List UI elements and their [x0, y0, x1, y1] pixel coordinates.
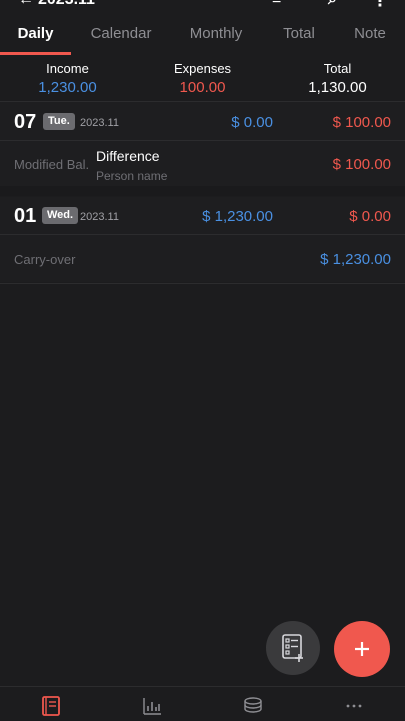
total-label: Total	[323, 61, 352, 76]
income-summary: Income 1,230.00	[15, 61, 120, 96]
weekday-badge: Wed.	[42, 207, 79, 224]
total-summary: Total 1,130.00	[285, 61, 390, 96]
day-header[interactable]: 01 Wed. 2023.11 $ 1,230.00 $ 0.00	[0, 197, 405, 234]
tab-bar: Daily Calendar Monthly Total Note	[0, 14, 405, 54]
book-icon[interactable]	[40, 695, 62, 717]
income-value: 1,230.00	[38, 79, 97, 96]
day-income: $ 1,230.00	[202, 208, 273, 225]
add-transaction-button[interactable]	[334, 621, 390, 677]
tab-note[interactable]: Note	[344, 14, 396, 54]
back-arrow-icon[interactable]: ←	[18, 0, 34, 9]
day-number: 01	[14, 205, 37, 227]
day-income: $ 0.00	[231, 114, 273, 131]
weekday-badge: Tue.	[43, 113, 75, 130]
tab-total[interactable]: Total	[270, 14, 328, 54]
bottom-nav	[0, 686, 405, 721]
transaction-row[interactable]: Carry-over $ 1,230.00	[0, 235, 405, 282]
expenses-label: Expenses	[173, 61, 232, 76]
more-vertical-icon[interactable]: ⋮	[372, 0, 388, 10]
divider	[0, 283, 405, 284]
transaction-subtitle: Person name	[96, 169, 168, 183]
top-bar: ← 2023.11 ≡ ⌕ ⋮	[0, 0, 405, 10]
expenses-summary: Expenses 100.00	[150, 61, 255, 96]
transaction-row[interactable]: Modified Bal. Difference Person name $ 1…	[0, 141, 405, 186]
tab-monthly[interactable]: Monthly	[176, 14, 256, 54]
filter-icon[interactable]: ≡	[272, 0, 281, 9]
year-month: 2023.11	[80, 117, 119, 129]
tab-calendar[interactable]: Calendar	[81, 14, 161, 54]
day-expense: $ 0.00	[349, 208, 391, 225]
plus-icon	[355, 642, 369, 656]
transaction-category: Carry-over	[14, 252, 76, 267]
search-icon[interactable]: ⌕	[328, 0, 337, 9]
list-add-icon	[282, 634, 303, 662]
template-button[interactable]	[266, 621, 320, 675]
transaction-amount: $ 1,230.00	[320, 251, 391, 268]
total-value: 1,130.00	[308, 79, 367, 96]
chart-icon[interactable]	[141, 695, 163, 717]
day-header[interactable]: 07 Tue. 2023.11 $ 0.00 $ 100.00	[0, 102, 405, 140]
transaction-category: Modified Bal.	[14, 157, 90, 172]
more-icon[interactable]	[343, 695, 365, 717]
income-label: Income	[46, 61, 89, 76]
coins-icon[interactable]	[242, 695, 264, 717]
section-gap	[0, 186, 405, 196]
year-month: 2023.11	[80, 211, 119, 223]
day-number: 07	[14, 111, 37, 133]
transaction-amount: $ 100.00	[332, 156, 391, 173]
summary-bar: Income 1,230.00 Expenses 100.00 Total 1,…	[0, 55, 405, 101]
expenses-value: 100.00	[179, 79, 226, 96]
day-expense: $ 100.00	[332, 114, 391, 131]
transaction-title: Difference	[96, 148, 160, 164]
tab-daily[interactable]: Daily	[0, 14, 71, 54]
month-title[interactable]: 2023.11	[38, 0, 95, 9]
